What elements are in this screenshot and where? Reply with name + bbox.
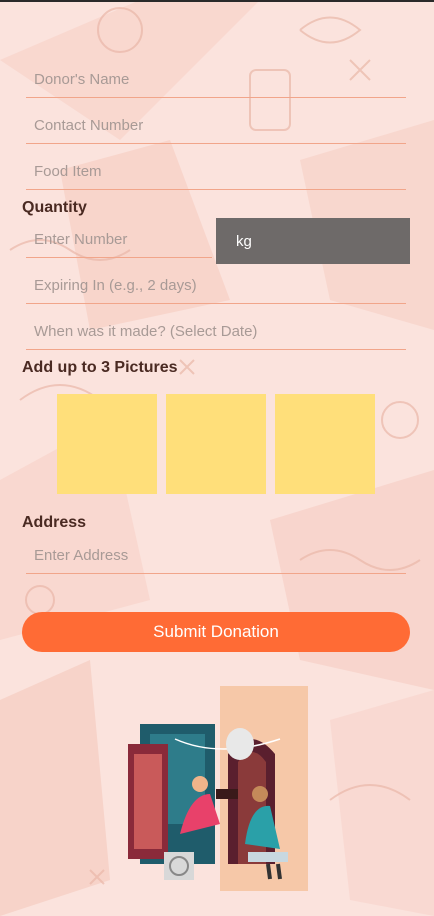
picture-slot-1[interactable] xyxy=(57,394,157,494)
food-handover-illustration xyxy=(128,686,308,891)
donor-name-input[interactable] xyxy=(26,62,406,97)
quantity-field[interactable] xyxy=(26,222,212,258)
donor-name-field[interactable] xyxy=(26,62,406,98)
food-item-input[interactable] xyxy=(26,154,406,189)
quantity-input[interactable] xyxy=(26,222,212,257)
unit-value: kg xyxy=(236,232,252,250)
expiry-input[interactable] xyxy=(26,268,406,303)
quantity-label: Quantity xyxy=(22,199,87,216)
picture-slot-2[interactable] xyxy=(166,394,266,494)
pictures-label: Add up to 3 Pictures xyxy=(22,359,178,376)
made-date-input[interactable] xyxy=(26,314,406,349)
status-bar xyxy=(0,0,434,2)
picture-slot-3[interactable] xyxy=(275,394,375,494)
food-item-field[interactable] xyxy=(26,154,406,190)
made-date-field[interactable] xyxy=(26,314,406,350)
unit-select[interactable]: kg xyxy=(216,218,410,264)
expiry-field[interactable] xyxy=(26,268,406,304)
address-input[interactable] xyxy=(26,538,406,573)
address-label: Address xyxy=(22,514,87,531)
submit-donation-button[interactable]: Submit Donation xyxy=(22,612,410,652)
address-field[interactable] xyxy=(26,538,406,574)
contact-number-input[interactable] xyxy=(26,108,406,143)
contact-number-field[interactable] xyxy=(26,108,406,144)
